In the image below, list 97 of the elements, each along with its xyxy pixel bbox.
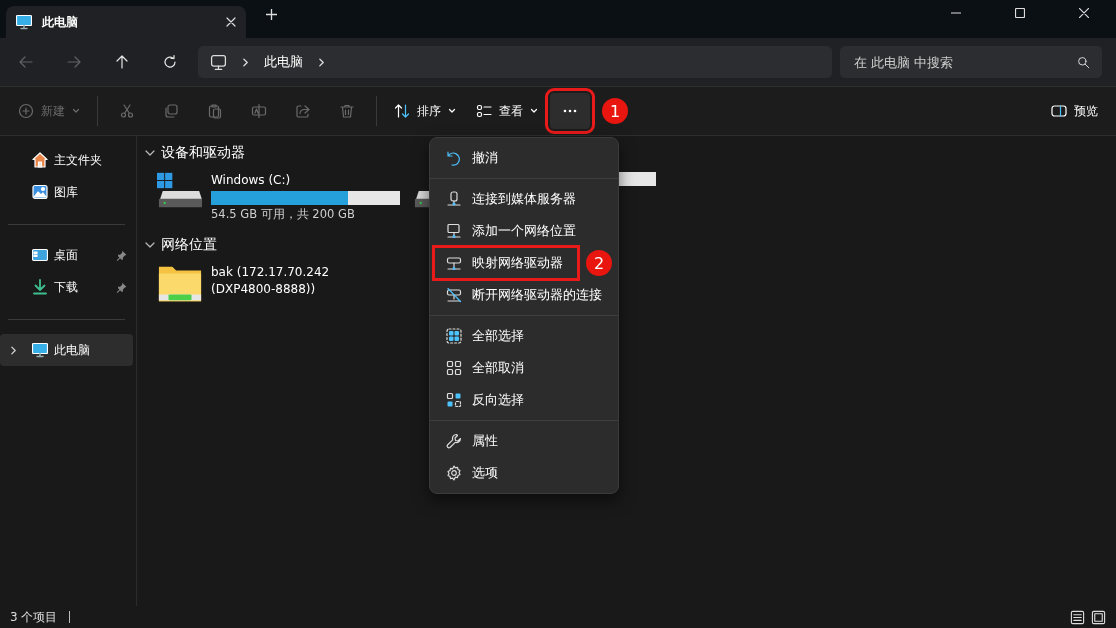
disconnect-drive-icon bbox=[446, 287, 462, 303]
chevron-down-icon bbox=[145, 148, 155, 158]
search-field[interactable]: 在 此电脑 中搜索 bbox=[840, 46, 1102, 78]
caret-icon bbox=[530, 107, 538, 115]
media-server-icon bbox=[446, 191, 462, 207]
section-title: 网络位置 bbox=[161, 236, 217, 254]
sidebar-label: 此电脑 bbox=[54, 341, 91, 359]
menu-item[interactable]: 全部取消 bbox=[434, 352, 614, 384]
menu-item[interactable]: 撤消 bbox=[434, 142, 614, 174]
step-number-badge: 1 bbox=[602, 98, 628, 124]
house-icon bbox=[32, 152, 48, 168]
menu-item[interactable]: 全部选择 bbox=[434, 320, 614, 352]
menu-item[interactable]: 选项 bbox=[434, 457, 614, 489]
sidebar-item[interactable]: 主文件夹 bbox=[0, 144, 133, 176]
breadcrumb[interactable]: 此电脑 bbox=[264, 53, 303, 71]
sidebar-item[interactable]: 下载 bbox=[0, 271, 133, 303]
menu-item-label: 反向选择 bbox=[472, 391, 524, 409]
scissors-icon bbox=[119, 103, 135, 119]
menu-item[interactable]: 断开网络驱动器的连接 bbox=[434, 279, 614, 311]
details-view-icon[interactable] bbox=[1070, 609, 1085, 625]
new-tab-plus-icon[interactable] bbox=[266, 8, 277, 20]
wrench-icon bbox=[446, 433, 462, 449]
monitor-icon bbox=[32, 342, 48, 358]
item-count: 3 个项目 bbox=[10, 608, 58, 626]
refresh-icon bbox=[162, 54, 178, 70]
section-header[interactable]: 网络位置 bbox=[145, 234, 217, 256]
copy-icon bbox=[163, 103, 179, 119]
close-icon[interactable] bbox=[1079, 8, 1089, 18]
network-drive-icon bbox=[446, 255, 462, 271]
pin-icon bbox=[116, 281, 127, 293]
caret-icon bbox=[448, 107, 456, 115]
sort-arrows-icon bbox=[394, 103, 410, 119]
menu-item-label: 断开网络驱动器的连接 bbox=[472, 286, 602, 304]
undo-arrow-icon bbox=[446, 150, 462, 166]
chevron-right-icon bbox=[9, 345, 18, 355]
forward-arrow-icon bbox=[66, 54, 82, 70]
menu-item-label: 连接到媒体服务器 bbox=[472, 190, 576, 208]
chevron-right-icon bbox=[241, 57, 250, 67]
menu-item[interactable]: 属性 bbox=[434, 425, 614, 457]
preview-pane-icon bbox=[1051, 103, 1067, 119]
plus-circle-icon bbox=[18, 103, 34, 119]
caret-icon bbox=[72, 107, 80, 115]
section-header[interactable]: 设备和驱动器 bbox=[145, 142, 245, 164]
sidebar-label: 主文件夹 bbox=[54, 151, 103, 169]
up-arrow-icon bbox=[114, 54, 130, 70]
search-icon bbox=[1077, 56, 1090, 69]
menu-item[interactable]: 连接到媒体服务器 bbox=[434, 183, 614, 215]
section-title: 设备和驱动器 bbox=[161, 144, 245, 162]
sidebar-item[interactable]: 此电脑 bbox=[0, 334, 133, 366]
tiles-view-icon[interactable] bbox=[1091, 609, 1106, 625]
menu-item-label: 选项 bbox=[472, 464, 498, 482]
invert-selection-icon bbox=[446, 392, 462, 408]
menu-item-label: 添加一个网络位置 bbox=[472, 222, 576, 240]
monitor-icon bbox=[16, 14, 32, 30]
picture-icon bbox=[32, 184, 48, 200]
monitor-icon bbox=[210, 53, 227, 71]
address-bar[interactable]: 此电脑 bbox=[198, 46, 832, 78]
menu-item[interactable]: 添加一个网络位置 bbox=[434, 215, 614, 247]
close-icon[interactable] bbox=[226, 17, 236, 27]
preview-button[interactable]: 预览 bbox=[1043, 93, 1106, 129]
network-computer-icon bbox=[446, 223, 462, 239]
sidebar-item[interactable]: 图库 bbox=[0, 176, 133, 208]
sidebar-label: 桌面 bbox=[54, 246, 79, 264]
window-tab[interactable]: 此电脑 bbox=[6, 6, 246, 38]
desktop-icon bbox=[32, 247, 48, 263]
menu-item-label: 全部选择 bbox=[472, 327, 524, 345]
network-location-name: bak (172.17.70.242 (DXP4800-8888)) bbox=[211, 264, 331, 298]
grid-squares-icon bbox=[446, 360, 462, 376]
settings-icon bbox=[446, 465, 462, 481]
sort-button[interactable]: 排序 bbox=[386, 93, 464, 129]
menu-item-label: 映射网络驱动器 bbox=[472, 254, 563, 272]
menu-item-label: 撤消 bbox=[472, 149, 498, 167]
view-button[interactable]: 查看 bbox=[468, 93, 546, 129]
trash-icon bbox=[339, 103, 355, 119]
free-space-text: 54.5 GB 可用，共 200 GB bbox=[211, 207, 356, 222]
pin-icon bbox=[116, 249, 127, 261]
maximize-icon[interactable] bbox=[1015, 8, 1025, 18]
menu-item-label: 属性 bbox=[472, 432, 498, 450]
clipboard-icon bbox=[207, 103, 223, 119]
menu-item-label: 全部取消 bbox=[472, 359, 524, 377]
select-all-icon bbox=[446, 328, 462, 344]
share-icon bbox=[295, 103, 311, 119]
drive-name: Windows (C:) bbox=[211, 172, 292, 189]
network-folder-icon bbox=[157, 264, 203, 304]
chevron-right-icon bbox=[317, 57, 326, 67]
list-view-icon bbox=[476, 103, 492, 119]
chevron-down-icon bbox=[145, 240, 155, 250]
sidebar-label: 下载 bbox=[54, 278, 79, 296]
step-number-badge: 2 bbox=[586, 250, 612, 276]
sidebar-label: 图库 bbox=[54, 183, 79, 201]
tab-title: 此电脑 bbox=[42, 13, 79, 31]
download-arrow-icon bbox=[32, 279, 48, 295]
back-arrow-icon bbox=[18, 54, 34, 70]
rename-icon bbox=[251, 103, 267, 119]
sidebar-item[interactable]: 桌面 bbox=[0, 239, 133, 271]
menu-item[interactable]: 映射网络驱动器 bbox=[434, 247, 578, 279]
menu-item[interactable]: 反向选择 bbox=[434, 384, 614, 416]
